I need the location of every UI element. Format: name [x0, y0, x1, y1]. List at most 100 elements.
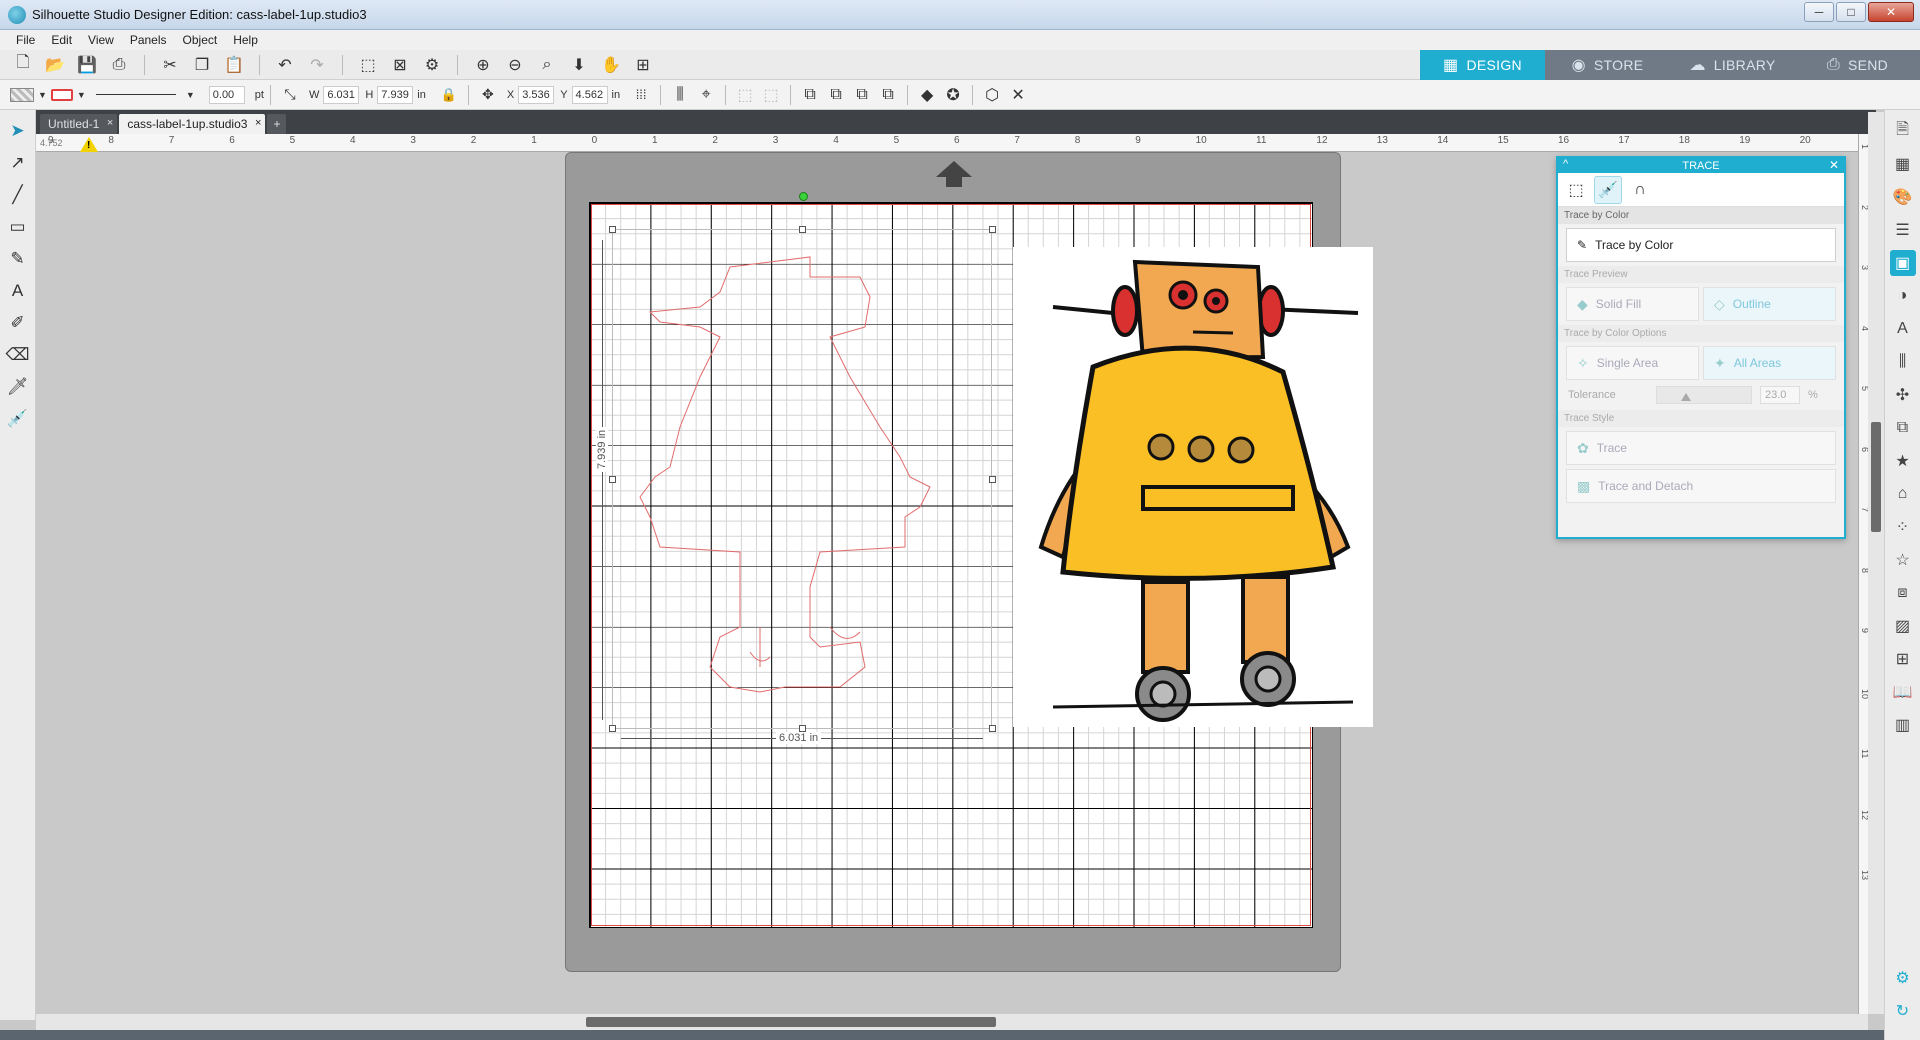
maximize-button[interactable]: □	[1836, 2, 1866, 22]
line-style-sample[interactable]	[95, 94, 176, 95]
scrollbar-thumb[interactable]	[586, 1017, 996, 1027]
pencil-tool-icon[interactable]: ✎	[5, 246, 31, 272]
trace-button[interactable]: ✿ Trace	[1566, 431, 1836, 465]
3d-box-icon[interactable]: ⬡	[979, 83, 1005, 107]
align-center-icon[interactable]: ⫼	[667, 83, 693, 107]
selection-box[interactable]	[612, 229, 992, 729]
zoom-selection-icon[interactable]: ⌕	[534, 53, 560, 77]
star-icon[interactable]: ✪	[940, 83, 966, 107]
eyedropper-icon[interactable]: 💉	[1594, 175, 1622, 204]
send-backward-icon[interactable]: ⧉	[875, 83, 901, 107]
shape-library-icon[interactable]: ◆	[914, 83, 940, 107]
fill-pattern-swatch[interactable]	[10, 87, 34, 102]
doc-tab-cass-label[interactable]: cass-label-1up.studio3 ×	[119, 114, 266, 134]
knife-icon[interactable]: 🗡	[5, 374, 31, 400]
line-tool-icon[interactable]: ╱	[5, 182, 31, 208]
width-field[interactable]: 6.031	[323, 85, 360, 104]
rectangle-tool-icon[interactable]: ▭	[5, 214, 31, 240]
bring-to-front-icon[interactable]: ⧉	[797, 83, 823, 107]
close-tab-icon[interactable]: ×	[255, 117, 261, 129]
line-style-icon[interactable]: ☰	[1890, 217, 1916, 243]
text-tool-icon[interactable]: A	[5, 278, 31, 304]
eyedropper-icon[interactable]: 💉	[5, 406, 31, 432]
sketch-icon[interactable]: ⁘	[1890, 514, 1916, 540]
cut-icon[interactable]: ✂	[157, 53, 183, 77]
tab-send[interactable]: ⎙ SEND	[1795, 50, 1920, 80]
text-style-icon[interactable]: A	[1890, 316, 1916, 342]
height-field[interactable]: 7.939	[377, 85, 414, 104]
chevron-down-icon[interactable]: ▼	[77, 90, 86, 100]
point-edit-icon[interactable]: ↗	[5, 150, 31, 176]
all-areas-button[interactable]: ✦ All Areas	[1703, 346, 1836, 380]
chevron-down-icon[interactable]: ▼	[38, 90, 47, 100]
new-document-icon[interactable]: 🗋	[10, 53, 36, 77]
menu-file[interactable]: File	[8, 33, 43, 47]
ungroup-icon[interactable]: ⬚	[758, 83, 784, 107]
x-position-field[interactable]: 3.536	[518, 85, 555, 104]
rotate-handle[interactable]	[799, 192, 808, 201]
pan-hand-icon[interactable]: ✋	[598, 53, 624, 77]
resize-handle[interactable]	[989, 725, 996, 732]
menu-help[interactable]: Help	[225, 33, 266, 47]
print-icon[interactable]: ⎙	[106, 53, 132, 77]
align-icon[interactable]: ⫼	[1890, 349, 1916, 375]
fit-to-page-icon[interactable]: ⬇	[566, 53, 592, 77]
vertical-scrollbar[interactable]	[1868, 112, 1884, 1014]
horizontal-scrollbar[interactable]	[36, 1014, 1868, 1030]
tolerance-slider[interactable]	[1656, 386, 1752, 404]
page-setup-icon[interactable]: 🗎	[1890, 118, 1916, 144]
redo-icon[interactable]: ↷	[304, 53, 330, 77]
menu-panels[interactable]: Panels	[122, 33, 175, 47]
line-width-field[interactable]: 0.00	[208, 85, 245, 104]
line-color-swatch[interactable]	[50, 88, 73, 101]
favorite-star-icon[interactable]: ★	[1890, 448, 1916, 474]
offset-icon[interactable]: ⌂	[1890, 481, 1916, 507]
grid-plus-icon[interactable]: ⊞	[630, 53, 656, 77]
tab-library[interactable]: ☁ LIBRARY	[1670, 50, 1795, 80]
resize-handle[interactable]	[799, 725, 806, 732]
zoom-in-icon[interactable]: ⊕	[470, 53, 496, 77]
resize-handle[interactable]	[609, 226, 616, 233]
select-by-color-icon[interactable]: ⚙	[419, 53, 445, 77]
reference-point-icon[interactable]: ⁞⁞⁞	[628, 83, 654, 107]
resize-handle[interactable]	[989, 476, 996, 483]
fill-color-icon[interactable]: 🎨	[1890, 184, 1916, 210]
chevron-down-icon[interactable]: ▼	[186, 90, 195, 100]
transform-icon[interactable]: ✣	[1890, 382, 1916, 408]
lock-aspect-icon[interactable]: 🔒	[436, 83, 462, 107]
trace-by-color-button[interactable]: ✎ Trace by Color	[1566, 228, 1836, 262]
close-button[interactable]: ✕	[1868, 2, 1914, 22]
close-x-icon[interactable]: ✕	[1005, 83, 1031, 107]
group-icon[interactable]: ⬚	[732, 83, 758, 107]
add-tab-button[interactable]: +	[267, 114, 287, 134]
outline-star-icon[interactable]: ☆	[1890, 547, 1916, 573]
resize-handle[interactable]	[609, 725, 616, 732]
settings-gear-icon[interactable]: ⚙	[1890, 965, 1916, 991]
y-position-field[interactable]: 4.562	[571, 85, 608, 104]
menu-object[interactable]: Object	[175, 33, 226, 47]
undo-icon[interactable]: ↶	[272, 53, 298, 77]
doc-tab-untitled[interactable]: Untitled-1 ×	[40, 114, 118, 134]
grid-icon[interactable]: ⊞	[1890, 646, 1916, 672]
robot-image[interactable]	[1013, 247, 1373, 727]
book-icon[interactable]: 📖	[1890, 679, 1916, 705]
collapse-icon[interactable]: ^	[1563, 158, 1568, 170]
replicate-icon[interactable]: ⧉	[1890, 415, 1916, 441]
paste-icon[interactable]: 📋	[221, 53, 247, 77]
resize-handle[interactable]	[989, 226, 996, 233]
eraser-icon[interactable]: ⌫	[5, 342, 31, 368]
close-tab-icon[interactable]: ×	[107, 117, 113, 129]
copy-icon[interactable]: ❐	[189, 53, 215, 77]
single-area-button[interactable]: ✧ Single Area	[1566, 346, 1699, 380]
transparency-icon[interactable]: ◑	[1890, 283, 1916, 309]
tab-store[interactable]: ◉ STORE	[1545, 50, 1670, 80]
layers-icon[interactable]: ⧈	[1890, 580, 1916, 606]
library-grid-icon[interactable]: ▥	[1890, 712, 1916, 738]
minimize-button[interactable]: ─	[1804, 2, 1834, 22]
tolerance-field[interactable]: 23.0	[1760, 386, 1800, 404]
resize-handle[interactable]	[799, 226, 806, 233]
menu-edit[interactable]: Edit	[43, 33, 80, 47]
trace-detach-button[interactable]: ▩ Trace and Detach	[1566, 469, 1836, 503]
close-icon[interactable]: ✕	[1829, 158, 1839, 172]
pixscan-icon[interactable]: ▦	[1890, 151, 1916, 177]
